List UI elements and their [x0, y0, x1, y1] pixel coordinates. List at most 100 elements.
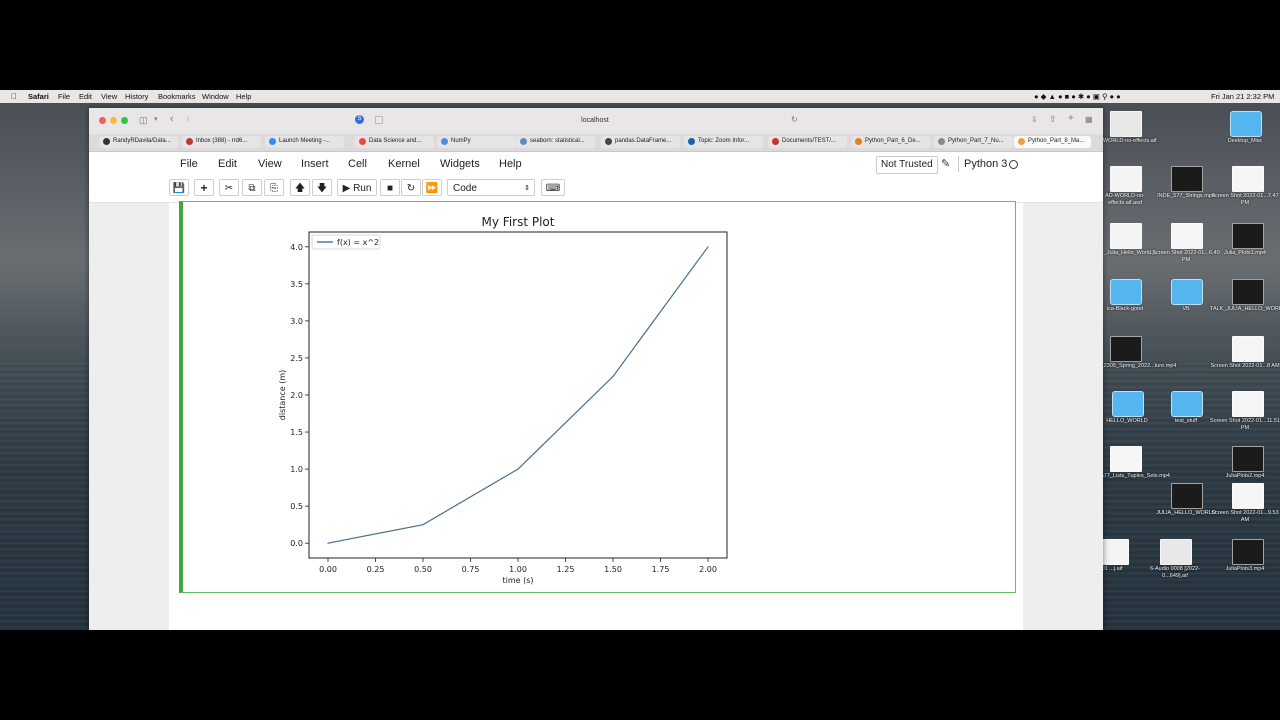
doc-file-icon[interactable] [1110, 223, 1142, 249]
data-point [707, 246, 709, 248]
nb-menu-view[interactable]: View [258, 158, 282, 170]
browser-tab[interactable]: Inbox (388) - rrd6... [182, 136, 261, 148]
kernel-name[interactable]: Python 3 [964, 158, 1007, 170]
apple-icon[interactable]:  [11, 92, 17, 101]
new-tab-icon[interactable]: + [1068, 113, 1074, 124]
nb-menu-cell[interactable]: Cell [348, 158, 367, 170]
browser-tab[interactable]: Python_Part_7_Nu... [934, 136, 1013, 148]
folder-file-icon[interactable] [1171, 391, 1203, 417]
nb-menu-edit[interactable]: Edit [218, 158, 237, 170]
nb-menu-file[interactable]: File [180, 158, 198, 170]
chevron-down-icon[interactable]: ▾ [154, 115, 158, 123]
browser-tab[interactable]: Python_Part_8_Ma... [1014, 136, 1091, 148]
edit-pencil-icon[interactable]: ✎ [941, 157, 950, 170]
shot-file-icon[interactable] [1232, 391, 1264, 417]
cell-type-select[interactable]: Code ⇕ [447, 179, 535, 196]
video-file-icon[interactable] [1232, 223, 1264, 249]
shot-file-icon[interactable] [1232, 166, 1264, 192]
address-bar[interactable]: localhost [555, 117, 635, 124]
video-file-icon[interactable] [1171, 166, 1203, 192]
back-icon[interactable]: ‹ [170, 113, 174, 125]
music-file-icon[interactable] [1110, 111, 1142, 137]
menu-view[interactable]: View [101, 92, 117, 101]
shot-file-icon[interactable] [1171, 223, 1203, 249]
menu-file[interactable]: File [58, 92, 70, 101]
folder-file-icon[interactable] [1112, 391, 1144, 417]
x-tick-label: 2.00 [699, 565, 717, 574]
minimize-window-button[interactable] [110, 117, 117, 124]
menubar-clock[interactable]: Fri Jan 21 2:32 PM [1211, 92, 1274, 101]
tab-overview-icon[interactable]: ▦ [1085, 115, 1093, 124]
copy-icon[interactable]: ⧉ [242, 179, 262, 196]
save-icon[interactable]: 💾 [169, 179, 189, 196]
shield-icon[interactable]: S [355, 115, 364, 124]
output-cell[interactable]: 0.00 0.25 0.50 0.75 1.00 1.25 1.50 1.75 2.00 0.0 0… [179, 201, 1016, 593]
browser-tab[interactable]: Data Science and... [355, 136, 434, 148]
browser-tab[interactable]: RandyRDavila/Data... [99, 136, 178, 148]
browser-tab[interactable]: NumPy [437, 136, 516, 148]
zoom-window-button[interactable] [121, 117, 128, 124]
nb-menu-help[interactable]: Help [499, 158, 522, 170]
keyboard-icon[interactable]: ⌨ [541, 179, 565, 196]
fast-forward-icon[interactable]: ⏩ [422, 179, 442, 196]
desktop-icon-label: Screen Shot 2022-01...9.53 AM [1211, 510, 1279, 523]
download-icon[interactable]: ⇩ [1031, 115, 1038, 124]
menu-edit[interactable]: Edit [79, 92, 92, 101]
reader-icon[interactable] [375, 116, 383, 124]
desktop-icon-label: TALK_JULIA_HELLO_WORLD [1210, 306, 1280, 312]
video-file-icon[interactable] [1232, 279, 1264, 305]
app-menu-safari[interactable]: Safari [28, 92, 49, 101]
nb-menu-widgets[interactable]: Widgets [440, 158, 480, 170]
cell-type-value: Code [453, 183, 477, 194]
nb-menu-kernel[interactable]: Kernel [388, 158, 420, 170]
folder-file-icon[interactable] [1171, 279, 1203, 305]
run-button[interactable]: ▶ Run [337, 179, 377, 196]
video-file-icon[interactable] [1171, 483, 1203, 509]
desktop-icon-label: JuliaPlots3.mp4 [1225, 566, 1265, 572]
notebook-toolbar: 💾 + ✂ ⧉ ⎘ 🡅 🡇 ▶ Run ■ ↻ ⏩ Code ⇕ ⌨ [89, 176, 1103, 203]
menu-bookmarks[interactable]: Bookmarks [158, 92, 196, 101]
cut-icon[interactable]: ✂ [219, 179, 239, 196]
music-file-icon[interactable] [1160, 539, 1192, 565]
paste-icon[interactable]: ⎘ [264, 179, 284, 196]
reload-icon[interactable]: ↻ [791, 115, 798, 124]
stop-icon[interactable]: ■ [380, 179, 400, 196]
browser-tab[interactable]: Documents/TEST/... [768, 136, 847, 148]
menu-window[interactable]: Window [202, 92, 229, 101]
browser-tab[interactable]: Python_Part_6_De... [851, 136, 930, 148]
browser-tab[interactable]: Launch Meeting -... [265, 136, 344, 148]
video-file-icon[interactable] [1232, 539, 1264, 565]
favicon-icon [520, 138, 527, 145]
shot-file-icon[interactable] [1232, 336, 1264, 362]
shot-file-icon[interactable] [1110, 446, 1142, 472]
browser-tab-label: Data Science and... [369, 138, 422, 144]
not-trusted-badge[interactable]: Not Trusted [876, 156, 938, 174]
x-tick-label: 0.50 [414, 565, 432, 574]
move-down-icon[interactable]: 🡇 [312, 179, 332, 196]
browser-tab-label: Documents/TEST/... [782, 138, 837, 144]
browser-tab-label: NumPy [451, 138, 471, 144]
forward-icon[interactable]: › [186, 113, 190, 125]
insert-cell-icon[interactable]: + [194, 179, 214, 196]
favicon-icon [186, 138, 193, 145]
folder-file-icon[interactable] [1230, 111, 1262, 137]
doc-file-icon[interactable] [1110, 166, 1142, 192]
restart-icon[interactable]: ↻ [401, 179, 421, 196]
video-file-icon[interactable] [1110, 336, 1142, 362]
browser-tab[interactable]: Topic: Zoom Infor... [684, 136, 763, 148]
folder-file-icon[interactable] [1110, 279, 1142, 305]
menu-history[interactable]: History [125, 92, 148, 101]
move-up-icon[interactable]: 🡅 [290, 179, 310, 196]
share-icon[interactable]: ⇧ [1049, 114, 1057, 125]
shot-file-icon[interactable] [1232, 483, 1264, 509]
video-file-icon[interactable] [1232, 446, 1264, 472]
chart-title: My First Plot [482, 215, 555, 229]
browser-tab[interactable]: pandas.DataFrame... [601, 136, 680, 148]
sidebar-toggle-icon[interactable]: ◫ [139, 115, 148, 126]
browser-tab-label: Topic: Zoom Infor... [698, 138, 750, 144]
data-point [612, 375, 614, 378]
close-window-button[interactable] [99, 117, 106, 124]
nb-menu-insert[interactable]: Insert [301, 158, 329, 170]
menu-help[interactable]: Help [236, 92, 251, 101]
browser-tab[interactable]: seaborn: statistical... [516, 136, 595, 148]
